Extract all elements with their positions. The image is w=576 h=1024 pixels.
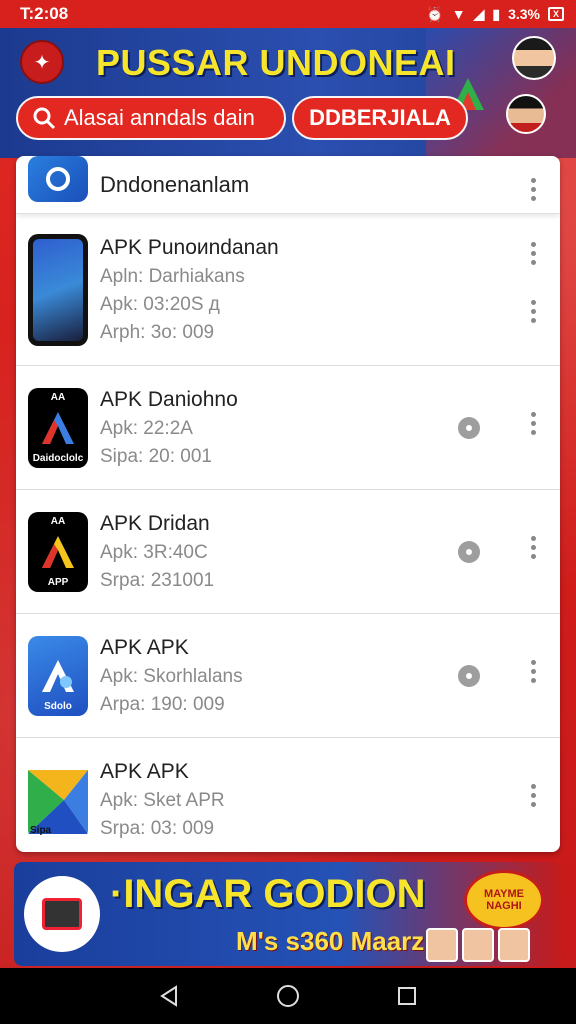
back-triangle-icon [160, 985, 178, 1007]
app-name: APK Dridan [100, 511, 210, 535]
avatar [498, 928, 530, 962]
list-title: Dndonenanlam [100, 171, 250, 197]
app-meta: Arpa: 190: 009 [100, 693, 225, 715]
a-logo-blue-icon: AA Daidoclolc [28, 387, 88, 468]
app-store-logo-icon [28, 156, 88, 202]
app-meta: Apk: 22:2A [100, 417, 193, 439]
avatar [462, 928, 494, 962]
app-meta: Srpa: 03: 009 [100, 818, 215, 839]
app-meta: Arph: 3o: 009 [100, 321, 215, 343]
home-circle-icon [276, 985, 299, 1007]
search-icon [33, 107, 56, 130]
list-item-text: APK APK Apk: Skorhlalans Arpa: 190: 009 [100, 636, 243, 716]
list-item-text: APK APK Apk: Sket APR Srpa: 03: 009 [100, 760, 225, 840]
list-item[interactable]: Sipa APK APK Apk: Sket APR Srpa: 03: 009 [16, 738, 560, 852]
phone-icon [28, 233, 88, 346]
app-icon-label: Sdolo [44, 700, 72, 712]
promo-badge: MAYME NAGHI [464, 870, 544, 930]
category-button[interactable]: DDBERJIALA [292, 96, 468, 140]
app-meta: Apk: Sket APR [100, 790, 225, 811]
list-item-text: APK Dridan Apk: 3R:40C Srpa: 231001 [100, 512, 214, 592]
app-meta: Apk: Skorhlalans [100, 665, 243, 687]
list-item-text: APK Punoиndanan Apln: Darhiakans Apk: 03… [100, 236, 279, 344]
signal-icon: ◢ [473, 5, 485, 22]
app-icon-label: Daidoclolc [32, 452, 84, 464]
search-label: Alasai anndals dain [64, 105, 255, 130]
app-name: APK APK [100, 635, 189, 659]
list-item[interactable]: AA APP APK Dridan Apk: 3R:40C Srpa: 2310… [16, 490, 560, 614]
app-meta: Sipa: 20: 001 [100, 445, 212, 467]
app-name: APK APK [100, 760, 189, 783]
status-bar: T:2:08 ⏰ ▼ ◢ ▮ 3.3% X [0, 0, 576, 28]
garuda-emblem-icon: ✦ [20, 40, 64, 84]
home-button[interactable] [274, 982, 302, 1010]
info-icon[interactable] [458, 664, 480, 687]
info-icon[interactable] [458, 416, 480, 439]
more-options-icon[interactable] [530, 242, 536, 265]
back-button[interactable] [155, 982, 183, 1010]
more-options-icon[interactable] [530, 535, 536, 559]
app-meta: Srpa: 231001 [100, 569, 215, 591]
portrait-avatar [512, 36, 556, 80]
more-options-icon[interactable] [530, 659, 536, 683]
info-icon[interactable] [458, 540, 480, 563]
list-item[interactable]: AA Daidoclolc APK Daniohno Apk: 22:2A Si… [16, 366, 560, 490]
list-item-text: APK Daniohno Apk: 22:2A Sipa: 20: 001 [100, 388, 238, 468]
app-meta: Apln: Darhiakans [100, 265, 245, 287]
recents-button[interactable] [393, 982, 421, 1010]
box-icon: X [548, 7, 564, 21]
list-item[interactable]: Sdolo APK APK Apk: Skorhlalans Arpa: 190… [16, 614, 560, 738]
app-meta: Apk: 3R:40C [100, 541, 208, 563]
more-options-icon[interactable] [530, 178, 536, 201]
status-icons: ⏰ ▼ ◢ ▮ 3.3% X [426, 6, 564, 23]
app-icon-caption: AA [50, 391, 66, 403]
search-button[interactable]: Alasai anndals dain [16, 96, 286, 140]
header-title: PUSSAR UNDONEAI [96, 42, 456, 83]
more-options-icon[interactable] [530, 784, 536, 807]
header-banner: ✦ PUSSAR UNDONEAI Alasai anndals dain DD… [0, 28, 576, 158]
a-logo-light-icon: Sdolo [28, 635, 88, 716]
app-name: APK Daniohno [100, 387, 238, 411]
play-logo-icon: Sipa [28, 760, 88, 840]
promo-banner[interactable]: ·INGAR GODION M's s360 Maarz! MAYME NAGH… [14, 862, 562, 966]
app-list-card: Dndonenanlam APK Punoиndanan Apln: Darhi… [16, 156, 560, 852]
a-logo-yellow-icon: AA APP [28, 511, 88, 592]
wifi-icon: ▼ [451, 6, 466, 22]
status-time: T:2:08 [20, 4, 69, 23]
avatar [426, 928, 458, 962]
list-item[interactable]: APK Punoиndanan Apln: Darhiakans Apk: 03… [16, 214, 560, 366]
more-options-icon[interactable] [530, 300, 536, 323]
more-options-icon[interactable] [530, 411, 536, 435]
app-icon-label: Sipa [30, 825, 52, 836]
promo-title: ·INGAR GODION [110, 872, 426, 916]
app-name: APK Punoиndanan [100, 235, 279, 259]
list-header: Dndonenanlam [16, 156, 560, 214]
promo-subtitle: M's s360 Maarz! [236, 926, 433, 956]
portrait-avatar-secondary [506, 94, 546, 134]
tv-icon [24, 876, 100, 952]
alarm-icon: ⏰ [426, 5, 444, 22]
app-icon-caption: AA [50, 515, 66, 527]
promo-portraits [426, 928, 530, 962]
navigation-bar [0, 968, 576, 1024]
recents-square-icon [397, 987, 416, 1005]
battery-icon: ▮ [492, 5, 501, 22]
battery-percent: 3.3% [508, 6, 540, 22]
app-meta: Apk: 03:20S д [100, 293, 220, 315]
app-icon-label: APP [47, 576, 69, 588]
